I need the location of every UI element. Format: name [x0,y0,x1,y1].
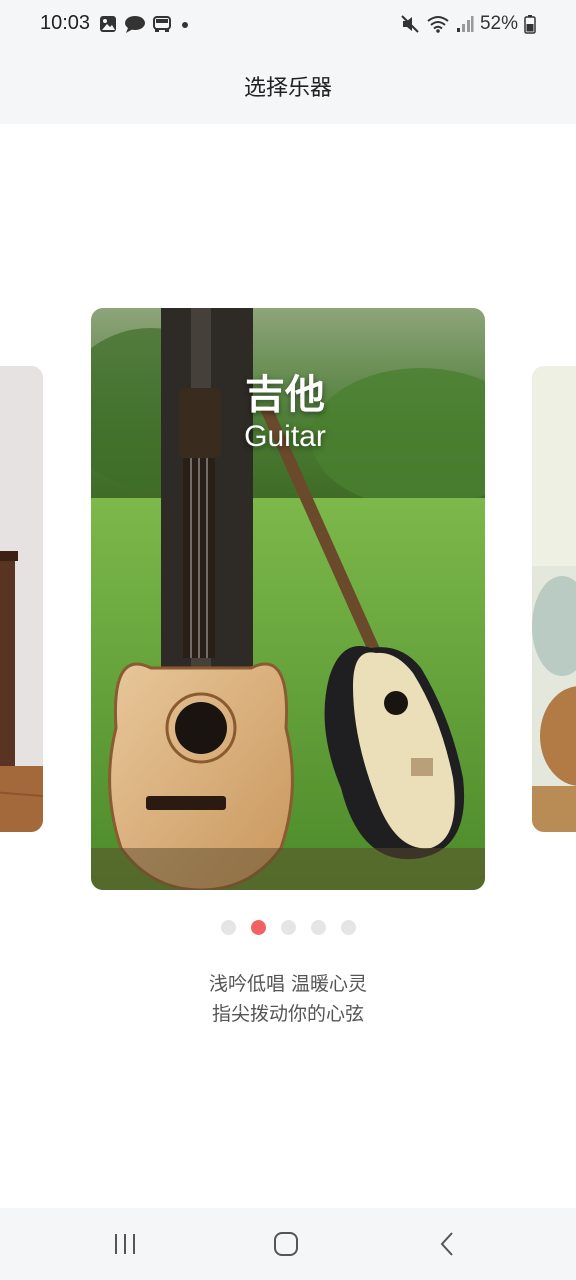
instrument-carousel[interactable]: 吉他 Guitar [0,124,576,904]
page-dot-3[interactable] [280,920,296,935]
instrument-name-en: Guitar [244,420,326,453]
back-button[interactable] [428,1226,468,1262]
home-button[interactable] [266,1226,306,1262]
page-dot-4[interactable] [310,920,326,935]
status-bar: 10:03 52% [0,0,576,48]
previous-instrument-card[interactable] [0,366,43,832]
instrument-name-cn: 吉他 [245,372,325,418]
home-icon [274,1232,298,1256]
title-bar: 选择乐器 [0,48,576,124]
status-time: 10:03 [40,12,91,34]
next-instrument-card[interactable] [532,366,576,832]
battery-percent: 52% [479,13,518,34]
dot-icon [182,22,188,28]
page-dot-2-active[interactable] [250,920,266,935]
chat-bubble-icon [125,16,145,33]
page-indicator [0,920,576,935]
page-title: 选择乐器 [243,76,332,101]
battery-icon [524,15,536,34]
description-line-2: 指尖拨动你的心弦 [211,1003,364,1025]
signal-icon [456,16,474,32]
mute-icon [401,15,419,33]
navigation-bar [0,1208,576,1280]
back-icon [440,1232,453,1256]
page-dot-1[interactable] [220,920,236,935]
image-icon [100,16,116,32]
description-line-1: 浅吟低唱 温暖心灵 [208,973,368,995]
guitar-card[interactable]: 吉他 Guitar [91,308,485,890]
page-dot-5[interactable] [340,920,356,935]
wifi-icon [427,16,449,33]
recent-apps-icon [115,1234,135,1254]
car-icon [153,16,171,32]
recent-apps-button[interactable] [105,1226,145,1262]
